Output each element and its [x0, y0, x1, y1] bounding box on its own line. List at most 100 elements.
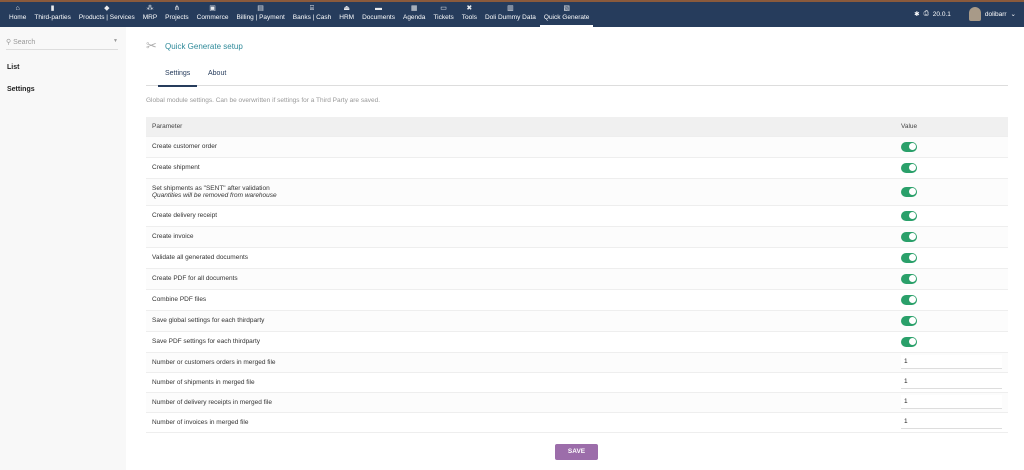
param-label: Combine PDF files [152, 296, 207, 303]
param-label: Validate all generated documents [152, 254, 248, 261]
menu-label: Doli Dummy Data [484, 14, 536, 21]
param-label: Set shipments as "SENT" after validation [152, 184, 270, 192]
param-label: Create customer order [152, 143, 218, 150]
sidebar-item-list[interactable]: List [7, 64, 19, 71]
topbar-right: ✱ ⎙ 20.0.1 dolibarr ⌄ [914, 7, 1016, 21]
database-icon: ▥ [507, 5, 514, 12]
table-row: Number or customers orders in merged fil… [146, 352, 1008, 373]
menu-item-tickets[interactable]: ▭ Tickets [429, 4, 457, 27]
table-row: Set shipments as "SENT" after validation… [146, 178, 1008, 206]
page-title: Quick Generate setup [165, 42, 243, 51]
calendar-icon: ▦ [410, 5, 418, 12]
menu-item-documents[interactable]: ▬ Documents [358, 4, 399, 27]
toggle-switch[interactable] [901, 210, 917, 221]
ticket-icon: ▭ [440, 5, 447, 12]
table-row: Create PDF for all documents [146, 268, 1008, 290]
menu-item-billing-payment[interactable]: ▤ Billing | Payment [232, 4, 288, 27]
toggle-switch[interactable] [901, 273, 917, 284]
table-row: Validate all generated documents [146, 247, 1008, 269]
number-input[interactable]: 1 [901, 395, 1002, 409]
main-menu: ⌂ Home ▮ Third-parties ◆ Products | Services ⁂… [5, 4, 594, 27]
param-label: Number of invoices in merged file [152, 418, 249, 426]
tools-icon: ✖ [466, 5, 473, 12]
print-icon[interactable]: ⎙ [924, 10, 929, 18]
folder-icon: ▬ [375, 5, 383, 12]
table-row: Number of shipments in merged file 1 [146, 372, 1008, 393]
toggle-switch[interactable] [901, 186, 917, 197]
save-button[interactable]: SAVE [555, 444, 598, 460]
param-label: Number or customers orders in merged fil… [152, 358, 276, 366]
param-label: Create delivery receipt [152, 212, 218, 219]
quick-generate-icon: ▧ [563, 5, 570, 12]
table-row: Create customer order [146, 136, 1008, 158]
table-row: Number of invoices in merged file 1 [146, 412, 1008, 433]
menu-item-banks-cash[interactable]: ⌸ Banks | Cash [289, 4, 336, 27]
menu-label: Billing | Payment [236, 14, 285, 21]
toggle-switch[interactable] [901, 162, 917, 173]
param-label: Number of shipments in merged file [152, 378, 255, 386]
tab-about[interactable]: About [208, 70, 226, 77]
cube-icon: ◆ [104, 5, 110, 12]
bank-icon: ⌸ [309, 5, 315, 12]
menu-label: Documents [362, 14, 395, 21]
tab-settings[interactable]: Settings [158, 70, 198, 87]
home-icon: ⌂ [15, 5, 20, 12]
param-sub: Quantities will be removed from warehous… [152, 191, 277, 199]
user-tie-icon: ⏏ [343, 5, 351, 12]
toggle-switch[interactable] [901, 336, 917, 347]
param-label: Create PDF for all documents [152, 275, 238, 282]
menu-item-commerce[interactable]: ▣ Commerce [193, 4, 233, 27]
sidebar: ⚲ Search ▼ List Settings [0, 27, 126, 470]
table-row: Create delivery receipt [146, 205, 1008, 227]
menu-item-projects[interactable]: ⋔ Projects [161, 4, 192, 27]
menu-label: Products | Services [78, 14, 135, 21]
number-input[interactable]: 1 [901, 355, 1002, 369]
menu-item-tools[interactable]: ✖ Tools [458, 4, 481, 27]
menu-item-home[interactable]: ⌂ Home [5, 4, 30, 27]
table-row: Save PDF settings for each thirdparty [146, 331, 1008, 353]
menu-item-mrp[interactable]: ⁂ MRP [139, 4, 161, 27]
menu-label: Tickets [433, 14, 454, 21]
sitemap-icon: ⋔ [173, 5, 180, 12]
table-row: Create shipment [146, 157, 1008, 179]
sidebar-item-settings[interactable]: Settings [7, 86, 35, 93]
toggle-switch[interactable] [901, 315, 917, 326]
table-row: Save global settings for each thirdparty [146, 310, 1008, 332]
toggle-switch[interactable] [901, 252, 917, 263]
toggle-switch[interactable] [901, 141, 917, 152]
menu-label: Third-parties [34, 14, 71, 21]
bug-icon[interactable]: ✱ [914, 10, 919, 18]
user-name[interactable]: dolibarr [985, 11, 1007, 18]
menu-label: Tools [461, 14, 477, 21]
param-label: Save PDF settings for each thirdparty [152, 338, 261, 345]
number-input[interactable]: 1 [901, 375, 1002, 389]
toggle-switch[interactable] [901, 231, 917, 242]
cubes-icon: ⁂ [146, 5, 154, 12]
param-label: Number of delivery receipts in merged fi… [152, 398, 272, 406]
toggle-switch[interactable] [901, 294, 917, 305]
param-label: Save global settings for each thirdparty [152, 317, 265, 324]
menu-item-products-services[interactable]: ◆ Products | Services [75, 4, 139, 27]
search-input[interactable]: ⚲ Search ▼ [6, 38, 118, 50]
menu-item-quick-generate[interactable]: ▧ Quick Generate [539, 4, 594, 27]
avatar[interactable] [968, 7, 981, 21]
table-row: Number of delivery receipts in merged fi… [146, 392, 1008, 413]
menu-item-hrm[interactable]: ⏏ HRM [335, 4, 358, 27]
menu-label: Projects [165, 14, 189, 21]
chevron-down-icon[interactable]: ⌄ [1011, 10, 1016, 18]
col-value: Value [406, 117, 1008, 137]
settings-note: Global module settings. Can be overwritt… [146, 97, 380, 104]
param-label: Create invoice [152, 233, 194, 240]
menu-item-doli-dummy-data[interactable]: ▥ Doli Dummy Data [481, 4, 540, 27]
menu-item-agenda[interactable]: ▦ Agenda [399, 4, 429, 27]
menu-label: Quick Generate [543, 14, 590, 21]
menu-label: Banks | Cash [292, 14, 332, 21]
number-input[interactable]: 1 [901, 415, 1002, 429]
menu-label: HRM [339, 14, 355, 21]
col-parameter: Parameter [146, 117, 406, 137]
caret-down-icon[interactable]: ▼ [113, 38, 118, 44]
suitcase-icon: ▣ [209, 5, 216, 12]
table-row: Combine PDF files [146, 289, 1008, 311]
menu-item-third-parties[interactable]: ▮ Third-parties [30, 4, 74, 27]
building-icon: ▮ [50, 5, 55, 12]
